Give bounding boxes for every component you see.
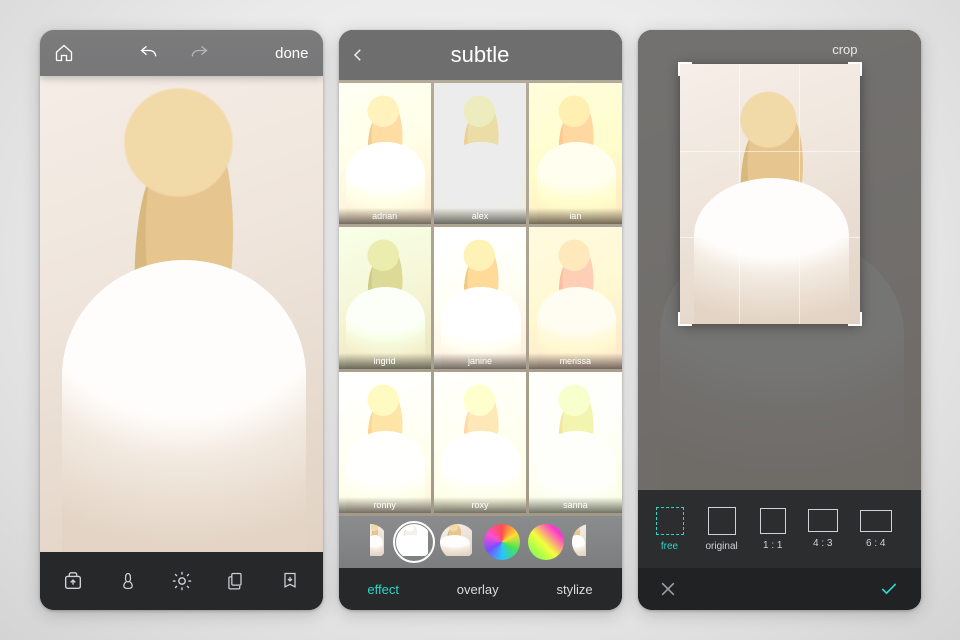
tab-overlay[interactable]: overlay	[457, 582, 499, 597]
crop-handle-tr[interactable]	[848, 62, 862, 76]
editor-top-bar: done	[40, 30, 323, 76]
home-icon[interactable]	[54, 43, 74, 63]
ratio-label: 1 : 1	[763, 540, 782, 551]
redo-icon[interactable]	[188, 43, 210, 63]
pack-peek-right[interactable]	[572, 524, 590, 560]
crop-canvas[interactable]: crop	[638, 30, 921, 490]
crop-handle-tl[interactable]	[678, 62, 692, 76]
pack-circle-selected[interactable]	[396, 524, 432, 560]
filter-pack-title-bar: subtle	[339, 30, 622, 80]
pack-circle[interactable]	[484, 524, 520, 560]
cancel-icon[interactable]	[658, 579, 678, 599]
save-icon[interactable]	[280, 570, 300, 592]
done-button[interactable]: done	[275, 45, 308, 62]
crop-handle-br[interactable]	[848, 312, 862, 326]
filter-grid: adrian alex ian ingrid janine merissa ro…	[339, 80, 622, 516]
filter-label: roxy	[434, 497, 526, 513]
filter-thumb[interactable]: ronny	[339, 372, 431, 513]
filter-picker-screen: subtle adrian alex ian ingrid janine mer…	[339, 30, 622, 610]
open-image-icon[interactable]	[62, 570, 84, 592]
layers-icon[interactable]	[226, 570, 246, 592]
filter-thumb[interactable]: merissa	[529, 227, 621, 368]
filter-thumb[interactable]: adrian	[339, 83, 431, 224]
back-icon[interactable]	[349, 46, 367, 64]
tab-effect[interactable]: effect	[367, 582, 399, 597]
ratio-label: 4 : 3	[813, 538, 832, 549]
pack-circle[interactable]	[528, 524, 564, 560]
filter-thumb[interactable]: ingrid	[339, 227, 431, 368]
filter-thumb[interactable]: ian	[529, 83, 621, 224]
filter-label: sanna	[529, 497, 621, 513]
filter-thumb[interactable]: roxy	[434, 372, 526, 513]
brush-icon[interactable]	[118, 570, 138, 592]
ratio-label: original	[706, 541, 738, 552]
ratio-label: free	[661, 541, 678, 552]
crop-screen: crop free original 1 : 1 4 : 3 6 : 4	[638, 30, 921, 610]
effect-tabs: effect overlay stylize	[339, 568, 622, 610]
filter-thumb[interactable]: sanna	[529, 372, 621, 513]
adjust-icon[interactable]	[171, 570, 193, 592]
ratio-6-4[interactable]: 6 : 4	[860, 510, 892, 549]
ratio-free[interactable]: free	[656, 507, 684, 552]
crop-confirm-bar	[638, 568, 921, 610]
crop-handle-bl[interactable]	[678, 312, 692, 326]
filter-label: ian	[529, 208, 621, 224]
confirm-icon[interactable]	[877, 579, 901, 599]
editor-toolbar	[40, 552, 323, 610]
ratio-label: 6 : 4	[866, 538, 885, 549]
pack-peek-left[interactable]	[370, 524, 388, 560]
filter-label: merissa	[529, 353, 621, 369]
crop-frame[interactable]: crop	[680, 64, 860, 324]
editor-canvas[interactable]	[40, 30, 323, 552]
ratio-original[interactable]: original	[706, 507, 738, 552]
ratio-1-1[interactable]: 1 : 1	[760, 508, 786, 551]
filter-label: alex	[434, 208, 526, 224]
editor-main-screen: done	[40, 30, 323, 610]
undo-icon[interactable]	[138, 43, 160, 63]
tab-stylize[interactable]: stylize	[556, 582, 592, 597]
filter-pack-title: subtle	[451, 42, 510, 68]
filter-label: ingrid	[339, 353, 431, 369]
filter-pack-carousel[interactable]	[339, 516, 622, 568]
pack-circle[interactable]	[440, 524, 476, 560]
aspect-ratio-bar: free original 1 : 1 4 : 3 6 : 4	[638, 490, 921, 568]
filter-thumb[interactable]: janine	[434, 227, 526, 368]
crop-label: crop	[832, 42, 857, 57]
filter-label: adrian	[339, 208, 431, 224]
filter-label: ronny	[339, 497, 431, 513]
filter-thumb[interactable]: alex	[434, 83, 526, 224]
filter-label: janine	[434, 353, 526, 369]
ratio-4-3[interactable]: 4 : 3	[808, 509, 838, 549]
